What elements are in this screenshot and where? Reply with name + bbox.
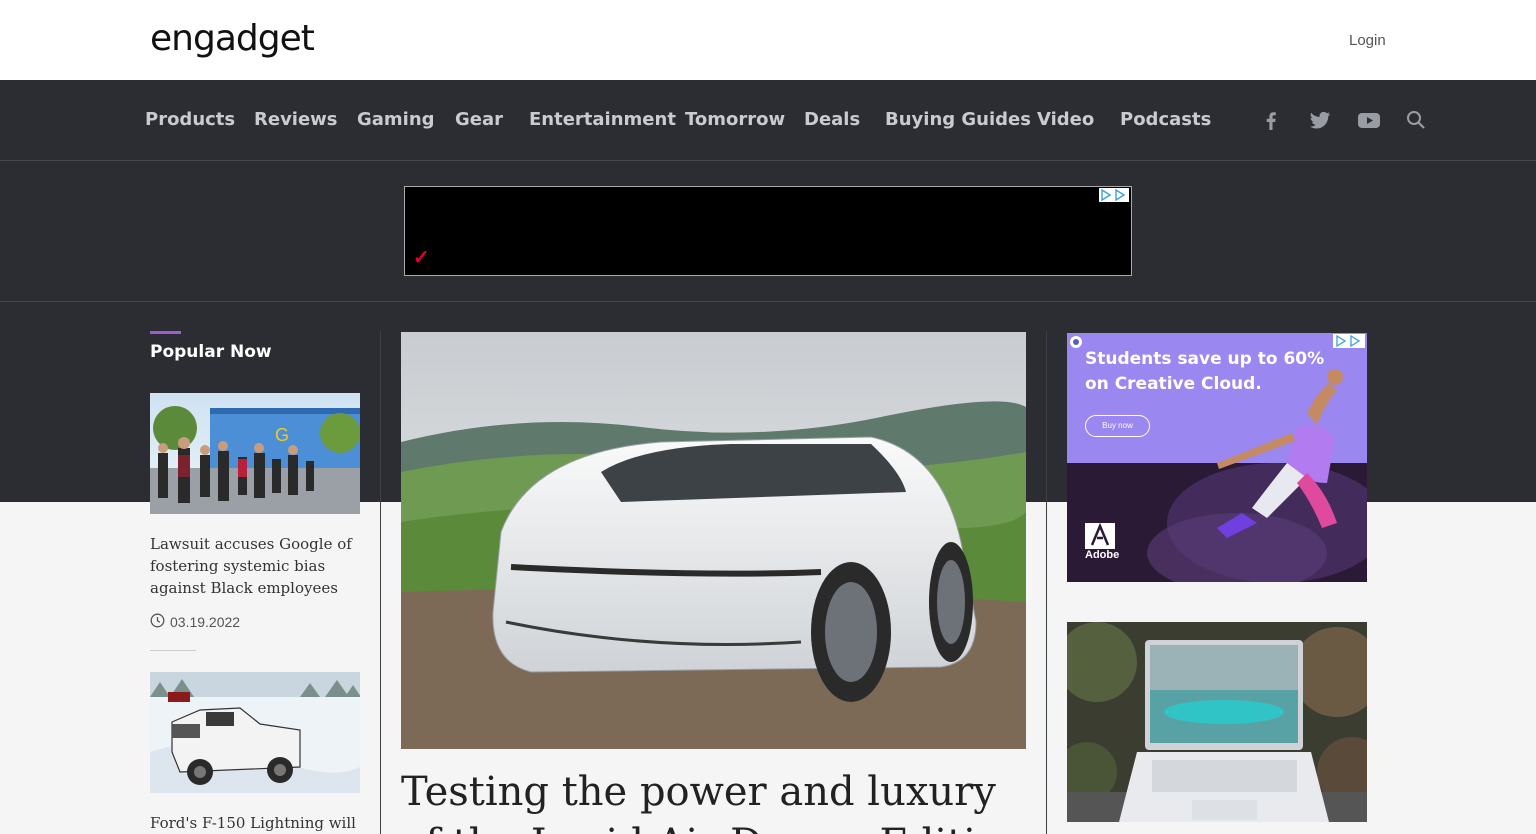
popular-article-1-date: 03.19.2022: [150, 613, 240, 631]
twitter-icon[interactable]: [1308, 108, 1332, 132]
main-nav: Products Reviews Gaming Gear Entertainme…: [0, 80, 1536, 161]
adobe-logo-label: Adobe: [1085, 549, 1120, 561]
article-separator: [150, 650, 196, 651]
column-divider: [1046, 331, 1047, 834]
nav-video[interactable]: Video: [1037, 109, 1094, 130]
nav-entertainment[interactable]: Entertainment: [529, 109, 676, 130]
nav-tomorrow[interactable]: Tomorrow: [685, 109, 785, 130]
nav-gear[interactable]: Gear: [455, 109, 503, 130]
popular-accent-bar: [150, 331, 181, 334]
hero-image[interactable]: [401, 332, 1026, 749]
article-thumbnail[interactable]: G: [150, 393, 360, 514]
popular-article-2-title[interactable]: Ford's F-150 Lightning will: [150, 812, 365, 834]
banner-ad[interactable]: ✓: [404, 186, 1132, 276]
verizon-check-icon: ✓: [413, 247, 430, 269]
ad-row: ✓: [0, 161, 1536, 302]
svg-text:G: G: [275, 425, 289, 445]
article-thumbnail[interactable]: [150, 672, 360, 793]
adobe-ad[interactable]: Students save up to 60% on Creative Clou…: [1067, 333, 1367, 582]
buy-now-button[interactable]: Buy now: [1085, 415, 1150, 437]
ad-headline: Students save up to 60% on Creative Clou…: [1085, 349, 1325, 394]
date-text: 03.19.2022: [170, 614, 241, 630]
nav-gaming[interactable]: Gaming: [357, 109, 435, 130]
nav-reviews[interactable]: Reviews: [254, 109, 338, 130]
laptop-article-thumbnail[interactable]: [1067, 622, 1367, 822]
nav-buying-guides[interactable]: Buying Guides: [885, 109, 1031, 130]
engadget-logo[interactable]: engadget: [150, 18, 315, 59]
adchoices-icon[interactable]: [1099, 188, 1129, 202]
clock-icon: [150, 613, 165, 631]
facebook-icon[interactable]: [1259, 108, 1283, 132]
hero-article-title[interactable]: Testing the power and luxury of the Luci…: [401, 766, 1041, 834]
nav-podcasts[interactable]: Podcasts: [1120, 109, 1211, 130]
top-header: engadget Login: [0, 0, 1536, 80]
youtube-icon[interactable]: [1357, 108, 1381, 132]
popular-now-heading: Popular Now: [150, 342, 272, 362]
nav-deals[interactable]: Deals: [804, 109, 860, 130]
search-icon[interactable]: [1404, 108, 1428, 132]
column-divider: [380, 331, 381, 834]
popular-article-1-title[interactable]: Lawsuit accuses Google of fostering syst…: [150, 533, 365, 599]
login-link[interactable]: Login: [1349, 32, 1386, 49]
nav-products[interactable]: Products: [145, 109, 235, 130]
